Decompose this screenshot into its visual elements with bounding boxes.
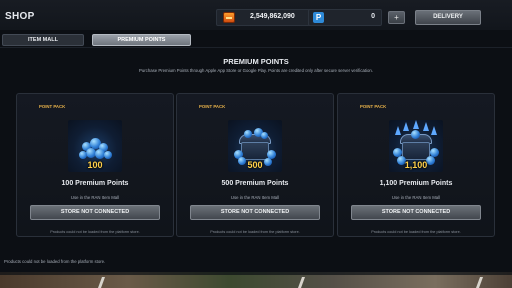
section-heading: PREMIUM POINTS xyxy=(223,57,289,66)
tab-item-mall[interactable]: ITEM MALL xyxy=(2,34,84,46)
tab-divider xyxy=(0,47,512,48)
store-not-connected-button[interactable]: STORE NOT CONNECTED xyxy=(351,205,481,220)
game-world-background xyxy=(0,272,512,288)
pack-load-message: Products could not be loaded from the pl… xyxy=(210,230,300,234)
gold-ingot-icon xyxy=(223,12,235,23)
pack-name: 1,100 Premium Points xyxy=(379,180,453,187)
points-p-icon: P xyxy=(313,12,324,23)
pack-description: Use in the RAN Item Mall xyxy=(391,195,441,200)
add-points-button[interactable]: + xyxy=(388,11,405,24)
store-not-connected-button[interactable]: STORE NOT CONNECTED xyxy=(190,205,320,220)
points-balance: 0 xyxy=(371,13,375,20)
store-not-connected-button[interactable]: STORE NOT CONNECTED xyxy=(30,205,160,220)
pack-description: Use in the RAN Item Mall xyxy=(230,195,280,200)
pack-amount: 500 xyxy=(247,160,263,170)
pack-tag: POINT PACK xyxy=(360,104,387,109)
tab-premium-points[interactable]: PREMIUM POINTS xyxy=(92,34,191,46)
section-description: Purchase Premium Points through Apple Ap… xyxy=(139,68,373,73)
footer-status-message: Products could not be loaded from the pl… xyxy=(4,259,106,264)
gem-chest-icon: 500 xyxy=(228,120,282,172)
delivery-button[interactable]: DELIVERY xyxy=(415,10,481,25)
pack-description: Use in the RAN Item Mall xyxy=(70,195,120,200)
pack-amount: 100 xyxy=(87,160,103,170)
point-pack-card: POINT PACK 1,100 1,100 Premium Points Us… xyxy=(337,93,495,237)
points-balance-box: P 0 xyxy=(308,9,382,26)
pack-tag: POINT PACK xyxy=(199,104,226,109)
pack-tag: POINT PACK xyxy=(39,104,66,109)
page-title: SHOP xyxy=(5,11,35,22)
crystal-chest-icon: 1,100 xyxy=(389,120,443,172)
top-bar: SHOP 2,549,862,090 P 0 + DELIVERY xyxy=(0,0,512,30)
gem-pile-icon: 100 xyxy=(68,120,122,172)
pack-load-message: Products could not be loaded from the pl… xyxy=(50,230,140,234)
pack-name: 100 Premium Points xyxy=(61,180,129,187)
pack-load-message: Products could not be loaded from the pl… xyxy=(371,230,461,234)
point-pack-card: POINT PACK 500 500 Premium Points Use in… xyxy=(176,93,334,237)
gold-balance: 2,549,862,090 xyxy=(250,13,295,20)
point-pack-card: POINT PACK 100 100 Premium Points Use in… xyxy=(16,93,174,237)
pack-name: 500 Premium Points xyxy=(221,180,289,187)
pack-amount: 1,100 xyxy=(404,160,428,170)
